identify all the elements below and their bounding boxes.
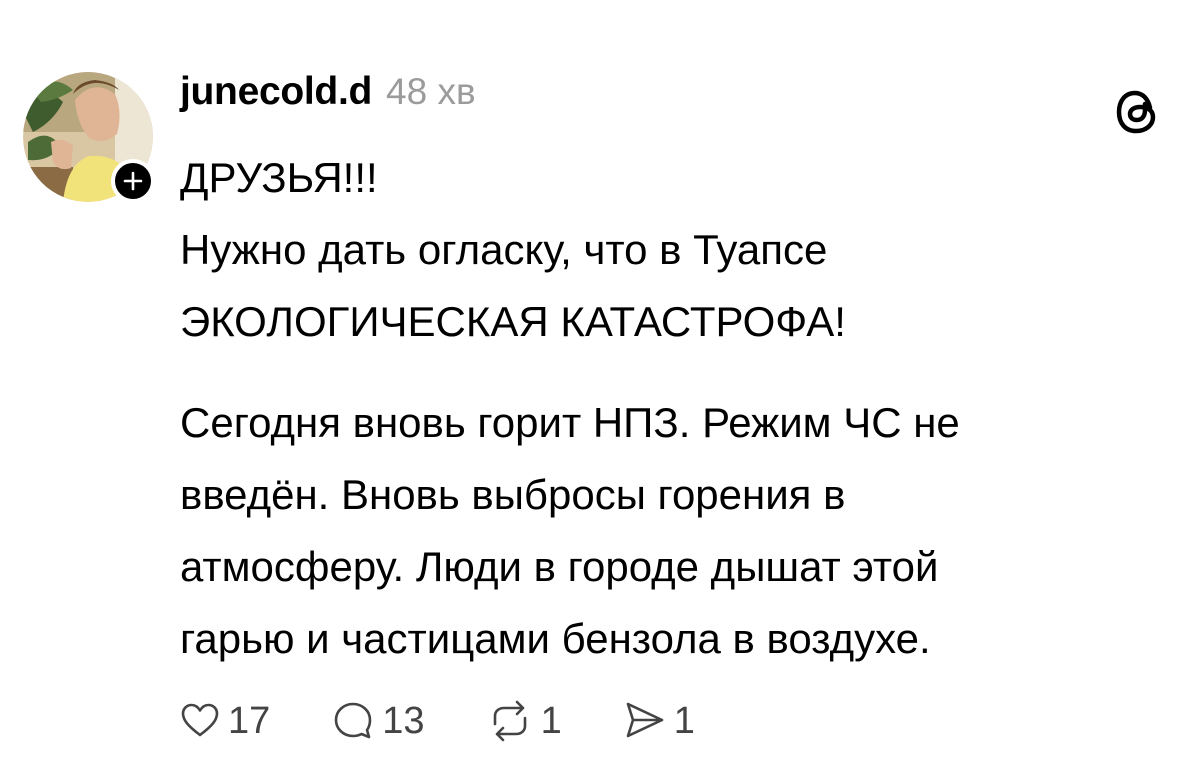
plus-icon (123, 171, 143, 191)
like-button[interactable]: 17 (180, 700, 270, 743)
repost-count: 1 (540, 699, 562, 742)
comment-button[interactable]: 13 (332, 699, 425, 743)
send-icon (626, 702, 664, 738)
post-actions: 17 13 1 1 (180, 693, 757, 749)
post-text-paragraph: ДРУЗЬЯ!!! Нужно дать огласку, что в Туап… (180, 154, 846, 345)
post-header: junecold.d 48 хв (180, 70, 476, 126)
post-text-paragraph: Сегодня вновь горит НПЗ. Режим ЧС не вве… (180, 399, 960, 662)
username-link[interactable]: junecold.d (180, 70, 372, 114)
repost-icon (493, 700, 526, 742)
comment-count: 13 (382, 699, 425, 742)
threads-post: junecold.d 48 хв ДРУЗЬЯ!!! Нужно дать ог… (0, 0, 1200, 772)
repost-button[interactable]: 1 (487, 700, 562, 743)
follow-button[interactable] (111, 159, 155, 203)
share-count: 1 (673, 699, 695, 742)
threads-logo-icon[interactable] (1112, 86, 1164, 138)
avatar-container[interactable] (23, 72, 155, 204)
post-timestamp: 48 хв (386, 71, 476, 112)
like-count: 17 (228, 699, 271, 742)
comment-bubble-icon (334, 702, 372, 739)
heart-icon (181, 703, 219, 737)
share-button[interactable]: 1 (624, 700, 695, 743)
